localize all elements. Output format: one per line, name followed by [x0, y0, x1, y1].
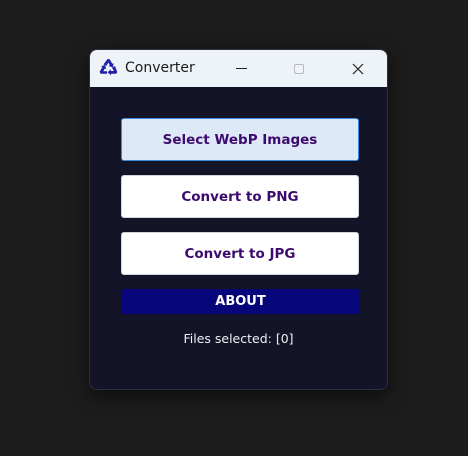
main-panel: Select WebP Images Convert to PNG Conver… — [90, 87, 387, 389]
minimize-button[interactable] — [218, 50, 264, 87]
window-title: Converter — [125, 60, 195, 76]
maximize-button[interactable] — [276, 50, 322, 87]
maximize-icon — [294, 63, 304, 74]
minimize-icon — [235, 68, 247, 69]
converter-window: Converter Select WebP Images Convert to … — [89, 49, 388, 390]
convert-to-png-button[interactable]: Convert to PNG — [121, 175, 359, 218]
files-selected-status: Files selected: [0] — [183, 331, 294, 346]
convert-to-jpg-button[interactable]: Convert to JPG — [121, 232, 359, 275]
about-button[interactable]: ABOUT — [121, 289, 360, 314]
select-webp-images-button[interactable]: Select WebP Images — [121, 118, 359, 161]
recycle-icon — [98, 58, 119, 79]
close-icon — [352, 63, 364, 74]
title-bar[interactable]: Converter — [90, 50, 387, 87]
close-button[interactable] — [335, 50, 381, 87]
